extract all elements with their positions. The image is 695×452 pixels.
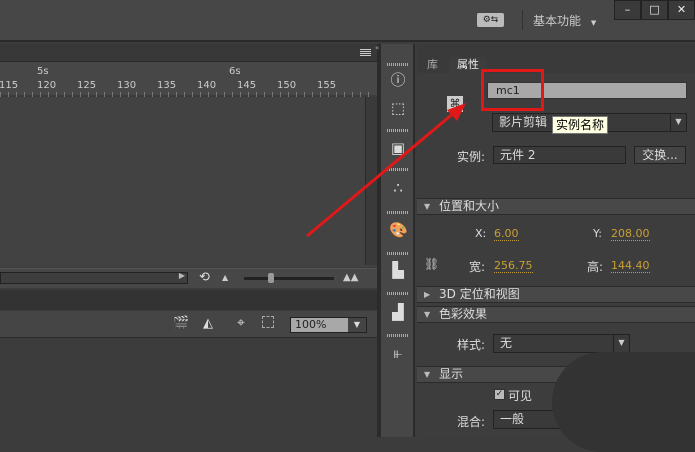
arrow-head	[447, 103, 466, 121]
arrow-line	[306, 110, 456, 238]
annotation-arrow	[306, 103, 466, 238]
